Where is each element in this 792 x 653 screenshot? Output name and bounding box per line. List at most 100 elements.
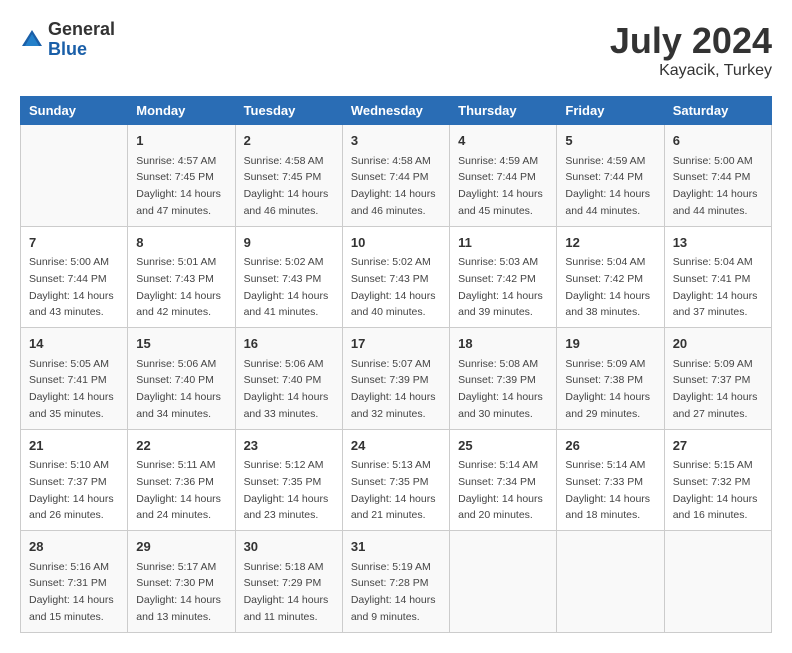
day-cell (450, 531, 557, 633)
day-number: 8 (136, 233, 226, 253)
calendar-header-row: Sunday Monday Tuesday Wednesday Thursday… (21, 97, 772, 125)
day-number: 14 (29, 334, 119, 354)
day-info: Sunrise: 5:02 AMSunset: 7:43 PMDaylight:… (244, 256, 329, 318)
day-info: Sunrise: 5:06 AMSunset: 7:40 PMDaylight:… (136, 358, 221, 420)
header-sunday: Sunday (21, 97, 128, 125)
header-tuesday: Tuesday (235, 97, 342, 125)
day-cell: 10 Sunrise: 5:02 AMSunset: 7:43 PMDaylig… (342, 226, 449, 328)
day-cell: 31 Sunrise: 5:19 AMSunset: 7:28 PMDaylig… (342, 531, 449, 633)
title-area: July 2024 Kayacik, Turkey (610, 20, 772, 80)
day-info: Sunrise: 5:04 AMSunset: 7:41 PMDaylight:… (673, 256, 758, 318)
day-number: 11 (458, 233, 548, 253)
day-number: 5 (565, 131, 655, 151)
day-number: 23 (244, 436, 334, 456)
day-info: Sunrise: 5:12 AMSunset: 7:35 PMDaylight:… (244, 459, 329, 521)
week-row-2: 7 Sunrise: 5:00 AMSunset: 7:44 PMDayligh… (21, 226, 772, 328)
day-info: Sunrise: 5:06 AMSunset: 7:40 PMDaylight:… (244, 358, 329, 420)
day-cell: 13 Sunrise: 5:04 AMSunset: 7:41 PMDaylig… (664, 226, 771, 328)
week-row-3: 14 Sunrise: 5:05 AMSunset: 7:41 PMDaylig… (21, 328, 772, 430)
day-info: Sunrise: 5:09 AMSunset: 7:38 PMDaylight:… (565, 358, 650, 420)
day-cell: 29 Sunrise: 5:17 AMSunset: 7:30 PMDaylig… (128, 531, 235, 633)
day-info: Sunrise: 5:15 AMSunset: 7:32 PMDaylight:… (673, 459, 758, 521)
day-cell: 8 Sunrise: 5:01 AMSunset: 7:43 PMDayligh… (128, 226, 235, 328)
day-info: Sunrise: 5:17 AMSunset: 7:30 PMDaylight:… (136, 561, 221, 623)
day-info: Sunrise: 4:59 AMSunset: 7:44 PMDaylight:… (458, 155, 543, 217)
day-cell: 19 Sunrise: 5:09 AMSunset: 7:38 PMDaylig… (557, 328, 664, 430)
day-info: Sunrise: 5:00 AMSunset: 7:44 PMDaylight:… (29, 256, 114, 318)
day-cell: 28 Sunrise: 5:16 AMSunset: 7:31 PMDaylig… (21, 531, 128, 633)
day-number: 16 (244, 334, 334, 354)
day-cell (557, 531, 664, 633)
day-info: Sunrise: 4:58 AMSunset: 7:45 PMDaylight:… (244, 155, 329, 217)
day-number: 28 (29, 537, 119, 557)
day-cell: 22 Sunrise: 5:11 AMSunset: 7:36 PMDaylig… (128, 429, 235, 531)
week-row-5: 28 Sunrise: 5:16 AMSunset: 7:31 PMDaylig… (21, 531, 772, 633)
header-thursday: Thursday (450, 97, 557, 125)
day-info: Sunrise: 5:08 AMSunset: 7:39 PMDaylight:… (458, 358, 543, 420)
day-info: Sunrise: 5:10 AMSunset: 7:37 PMDaylight:… (29, 459, 114, 521)
day-number: 10 (351, 233, 441, 253)
day-number: 19 (565, 334, 655, 354)
day-info: Sunrise: 5:07 AMSunset: 7:39 PMDaylight:… (351, 358, 436, 420)
month-year-title: July 2024 (610, 20, 772, 62)
day-info: Sunrise: 5:14 AMSunset: 7:34 PMDaylight:… (458, 459, 543, 521)
day-number: 17 (351, 334, 441, 354)
day-number: 6 (673, 131, 763, 151)
day-info: Sunrise: 4:57 AMSunset: 7:45 PMDaylight:… (136, 155, 221, 217)
day-cell: 2 Sunrise: 4:58 AMSunset: 7:45 PMDayligh… (235, 125, 342, 227)
day-info: Sunrise: 5:14 AMSunset: 7:33 PMDaylight:… (565, 459, 650, 521)
day-info: Sunrise: 5:09 AMSunset: 7:37 PMDaylight:… (673, 358, 758, 420)
header-monday: Monday (128, 97, 235, 125)
day-cell: 7 Sunrise: 5:00 AMSunset: 7:44 PMDayligh… (21, 226, 128, 328)
day-cell: 12 Sunrise: 5:04 AMSunset: 7:42 PMDaylig… (557, 226, 664, 328)
day-number: 2 (244, 131, 334, 151)
day-cell: 14 Sunrise: 5:05 AMSunset: 7:41 PMDaylig… (21, 328, 128, 430)
day-number: 7 (29, 233, 119, 253)
day-info: Sunrise: 4:58 AMSunset: 7:44 PMDaylight:… (351, 155, 436, 217)
day-cell: 27 Sunrise: 5:15 AMSunset: 7:32 PMDaylig… (664, 429, 771, 531)
day-cell: 18 Sunrise: 5:08 AMSunset: 7:39 PMDaylig… (450, 328, 557, 430)
day-info: Sunrise: 5:04 AMSunset: 7:42 PMDaylight:… (565, 256, 650, 318)
day-cell (664, 531, 771, 633)
day-number: 21 (29, 436, 119, 456)
header-wednesday: Wednesday (342, 97, 449, 125)
day-number: 31 (351, 537, 441, 557)
day-cell: 16 Sunrise: 5:06 AMSunset: 7:40 PMDaylig… (235, 328, 342, 430)
day-number: 12 (565, 233, 655, 253)
logo-blue-text: Blue (48, 40, 115, 60)
day-cell: 30 Sunrise: 5:18 AMSunset: 7:29 PMDaylig… (235, 531, 342, 633)
day-cell: 9 Sunrise: 5:02 AMSunset: 7:43 PMDayligh… (235, 226, 342, 328)
day-cell: 17 Sunrise: 5:07 AMSunset: 7:39 PMDaylig… (342, 328, 449, 430)
day-number: 3 (351, 131, 441, 151)
day-info: Sunrise: 5:16 AMSunset: 7:31 PMDaylight:… (29, 561, 114, 623)
page-header: General Blue July 2024 Kayacik, Turkey (20, 20, 772, 80)
day-cell: 11 Sunrise: 5:03 AMSunset: 7:42 PMDaylig… (450, 226, 557, 328)
day-info: Sunrise: 5:11 AMSunset: 7:36 PMDaylight:… (136, 459, 221, 521)
day-cell: 4 Sunrise: 4:59 AMSunset: 7:44 PMDayligh… (450, 125, 557, 227)
day-number: 13 (673, 233, 763, 253)
logo-icon (20, 28, 44, 52)
day-cell: 23 Sunrise: 5:12 AMSunset: 7:35 PMDaylig… (235, 429, 342, 531)
day-number: 27 (673, 436, 763, 456)
day-number: 1 (136, 131, 226, 151)
logo: General Blue (20, 20, 115, 60)
day-cell: 1 Sunrise: 4:57 AMSunset: 7:45 PMDayligh… (128, 125, 235, 227)
day-info: Sunrise: 5:13 AMSunset: 7:35 PMDaylight:… (351, 459, 436, 521)
header-friday: Friday (557, 97, 664, 125)
day-number: 18 (458, 334, 548, 354)
day-info: Sunrise: 5:00 AMSunset: 7:44 PMDaylight:… (673, 155, 758, 217)
day-number: 24 (351, 436, 441, 456)
location-subtitle: Kayacik, Turkey (610, 62, 772, 80)
day-info: Sunrise: 5:02 AMSunset: 7:43 PMDaylight:… (351, 256, 436, 318)
day-cell: 5 Sunrise: 4:59 AMSunset: 7:44 PMDayligh… (557, 125, 664, 227)
day-number: 9 (244, 233, 334, 253)
day-number: 20 (673, 334, 763, 354)
day-number: 15 (136, 334, 226, 354)
day-info: Sunrise: 5:01 AMSunset: 7:43 PMDaylight:… (136, 256, 221, 318)
day-info: Sunrise: 5:19 AMSunset: 7:28 PMDaylight:… (351, 561, 436, 623)
week-row-1: 1 Sunrise: 4:57 AMSunset: 7:45 PMDayligh… (21, 125, 772, 227)
day-cell: 20 Sunrise: 5:09 AMSunset: 7:37 PMDaylig… (664, 328, 771, 430)
day-info: Sunrise: 5:05 AMSunset: 7:41 PMDaylight:… (29, 358, 114, 420)
day-number: 30 (244, 537, 334, 557)
day-number: 4 (458, 131, 548, 151)
